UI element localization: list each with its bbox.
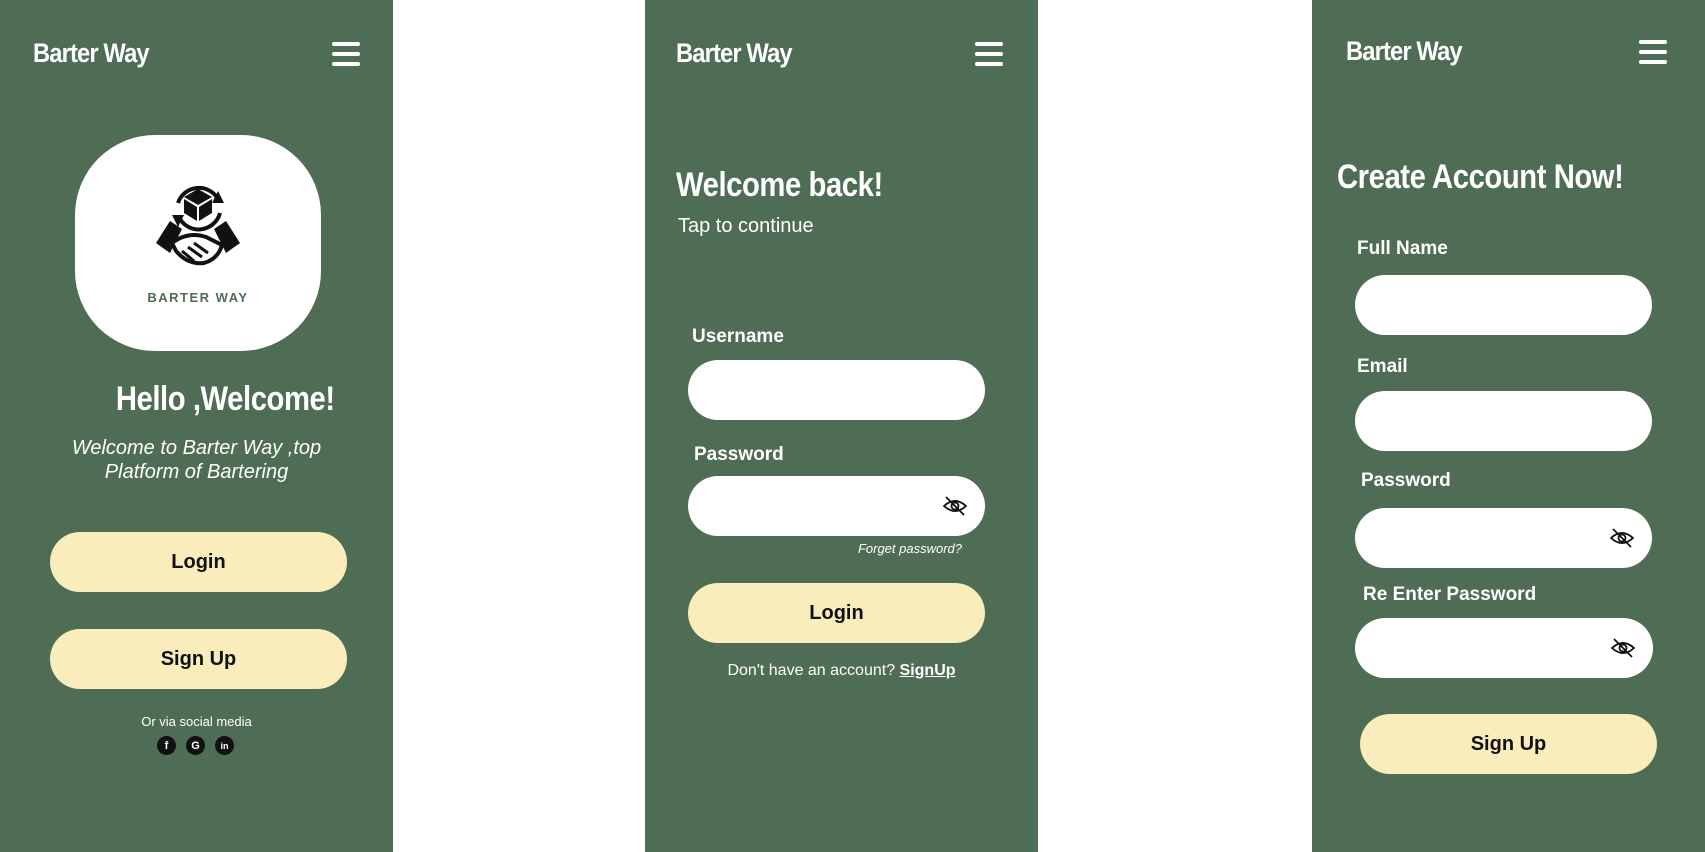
welcome-subtitle-line-1: Welcome to Barter Way ,top	[71, 437, 322, 459]
eye-off-icon[interactable]	[1610, 527, 1634, 549]
signup-heading: Create Account Now!	[1337, 158, 1624, 196]
eye-off-icon[interactable]	[1611, 637, 1635, 659]
login-heading: Welcome back!	[676, 166, 883, 204]
hamburger-menu-icon[interactable]	[1639, 40, 1667, 66]
signup-button[interactable]: Sign Up	[1360, 714, 1657, 774]
password-input[interactable]	[688, 476, 985, 536]
reenter-password-input[interactable]	[1355, 618, 1653, 678]
hamburger-menu-icon[interactable]	[332, 42, 360, 68]
welcome-subtitle-line-2: Platform of Bartering	[104, 461, 289, 483]
facebook-icon[interactable]: f	[157, 736, 176, 755]
forgot-password-link[interactable]: Forget password?	[858, 541, 962, 556]
fullname-input[interactable]	[1355, 275, 1652, 335]
welcome-subtitle: Welcome to Barter Way ,top Platform of B…	[0, 436, 393, 484]
brand-title: Barter Way	[676, 38, 793, 68]
username-label: Username	[692, 326, 784, 347]
login-screen: Barter Way Welcome back! Tap to continue…	[645, 0, 1038, 852]
no-account-text: Don't have an account?	[727, 662, 900, 679]
handshake-box-icon	[156, 185, 240, 266]
fullname-label: Full Name	[1357, 238, 1448, 259]
welcome-heading: Hello ,Welcome!	[115, 380, 335, 418]
email-label: Email	[1357, 356, 1408, 377]
email-input[interactable]	[1355, 391, 1652, 451]
signup-screen: Barter Way Create Account Now! Full Name…	[1312, 0, 1705, 852]
brand-title: Barter Way	[33, 38, 150, 68]
welcome-screen: Barter Way BARTER WAY Hello ,Welcome! We…	[0, 0, 393, 852]
google-icon[interactable]: G	[186, 736, 205, 755]
password-label: Password	[1361, 470, 1451, 491]
login-button[interactable]: Login	[688, 583, 985, 643]
signup-prompt: Don't have an account? SignUp	[645, 662, 1038, 680]
barter-way-logo: BARTER WAY	[75, 135, 321, 351]
logo-wordmark: BARTER WAY	[147, 290, 249, 305]
social-icons: f G in	[157, 736, 234, 755]
eye-off-icon[interactable]	[943, 495, 967, 517]
social-media-caption: Or via social media	[141, 714, 252, 729]
password-label: Password	[694, 444, 784, 465]
brand-title: Barter Way	[1346, 36, 1463, 66]
username-input[interactable]	[688, 360, 985, 420]
login-subtitle: Tap to continue	[678, 215, 814, 237]
hamburger-menu-icon[interactable]	[975, 42, 1003, 68]
password-input[interactable]	[1355, 508, 1652, 568]
linkedin-icon[interactable]: in	[215, 736, 234, 755]
login-button[interactable]: Login	[50, 532, 347, 592]
signup-link[interactable]: SignUp	[900, 662, 956, 679]
reenter-password-label: Re Enter Password	[1363, 584, 1537, 605]
signup-button[interactable]: Sign Up	[50, 629, 347, 689]
